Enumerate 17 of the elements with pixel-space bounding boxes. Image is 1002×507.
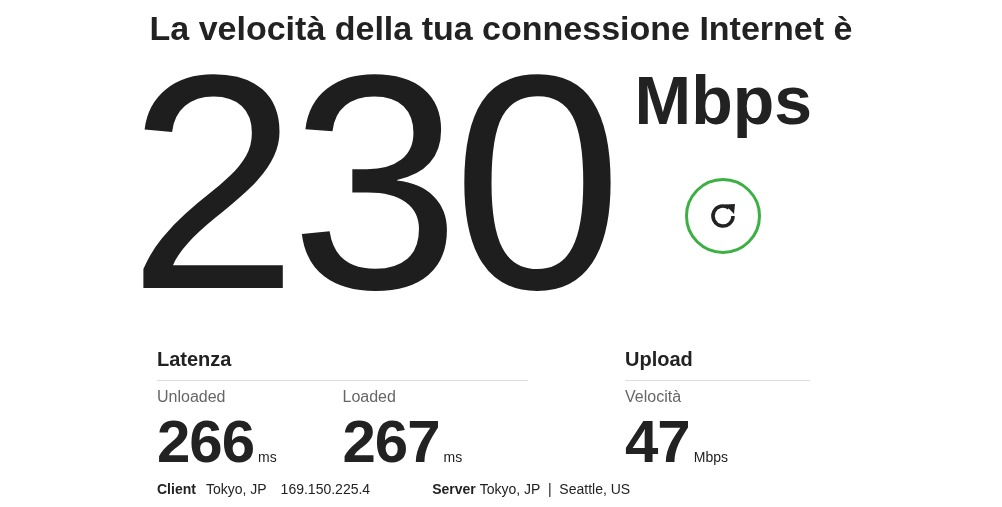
metric-unit: Mbps [693, 449, 728, 465]
client-ip: 169.150.225.4 [280, 481, 371, 497]
metric-value: 47 [625, 411, 690, 473]
metric-value: 267 [342, 411, 440, 473]
server-label: Server [432, 481, 476, 497]
section-title: Latenza [157, 344, 528, 381]
metric-unit: ms [258, 449, 277, 465]
metric-label: Loaded [342, 387, 397, 407]
metric-value: 266 [157, 411, 255, 473]
server-locations: Tokyo, JP | Seattle, US [479, 481, 631, 497]
metric-unit: ms [443, 449, 463, 465]
client-location: Tokyo, JP [205, 481, 267, 497]
section-title: Upload [625, 344, 810, 381]
client-label: Client [157, 481, 196, 497]
metric-label: Unloaded [157, 387, 227, 407]
metric-label: Velocità [625, 387, 683, 407]
speed-unit: Mbps [634, 61, 813, 140]
